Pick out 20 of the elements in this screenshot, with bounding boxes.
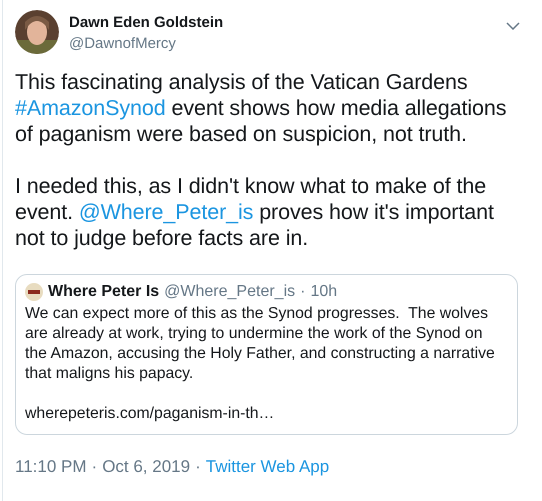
quote-separator: · [300, 283, 306, 301]
tweet-link[interactable]: @Where_Peter_is [78, 200, 254, 224]
footer-separator: · [92, 457, 98, 477]
tweet-text: This fascinating analysis of the Vatican Gardens #AmazonSynod event shows how media allegations of paganism were based on suspicion, not truth. [15, 69, 508, 147]
quote-avatar-icon [25, 283, 43, 301]
quote-text: We can expect more of this as the Synod progresses. The wolves are already at work, trying to undermine the work of the Synod on the Amazon, accusing the Holy Father, and constructing a narrative that maligns his papacy. [25, 304, 496, 384]
tweet-time: 11:10 PM [15, 457, 87, 477]
quote-link-text: wherepeteris.com/paganism-in-th… [25, 404, 276, 424]
footer-separator: · [195, 457, 201, 477]
tweet-link[interactable]: #AmazonSynod [15, 96, 166, 120]
quote-time: 10h [310, 283, 338, 301]
author-handle[interactable]: @DawnofMercy [69, 33, 496, 55]
source-link[interactable]: Twitter Web App [206, 457, 330, 477]
tweet-date: Oct 6, 2019 [102, 457, 190, 477]
quoted-tweet-card[interactable] [15, 274, 518, 435]
quote-handle: @Where_Peter_is [164, 283, 296, 301]
chevron-down-icon[interactable] [506, 22, 520, 30]
author-name[interactable]: Dawn Eden Goldstein [69, 13, 496, 33]
tweet-text: I needed this, as I didn't know what to make of the event. @Where_Peter_is proves how it's important not to judge before facts are in. [15, 173, 495, 251]
quote-author-name: Where Peter Is [48, 283, 160, 301]
